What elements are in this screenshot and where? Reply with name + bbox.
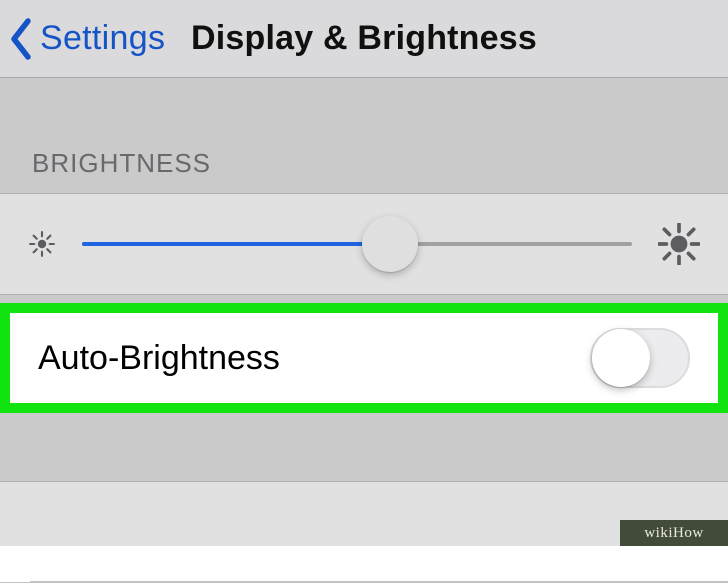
- gap: [0, 295, 728, 303]
- slider-track-fill: [82, 242, 390, 246]
- spacer: [0, 78, 728, 148]
- back-label: Settings: [40, 19, 165, 58]
- back-button[interactable]: Settings: [10, 17, 165, 61]
- section-header-brightness: BRIGHTNESS: [0, 148, 728, 193]
- auto-brightness-row: Auto-Brightness: [10, 313, 718, 403]
- toggle-knob: [592, 329, 650, 387]
- brightness-slider-row: [0, 193, 728, 295]
- next-section-row: [0, 481, 728, 583]
- brightness-slider[interactable]: [82, 214, 632, 274]
- watermark: wikiHow: [620, 520, 728, 546]
- slider-thumb[interactable]: [362, 216, 418, 272]
- separator: [30, 581, 728, 582]
- nav-bar: Settings Display & Brightness: [0, 0, 728, 78]
- chevron-left-icon: [10, 17, 34, 61]
- sun-high-icon: [658, 223, 700, 265]
- highlight-auto-brightness: Auto-Brightness: [0, 303, 728, 413]
- auto-brightness-toggle[interactable]: [590, 328, 690, 388]
- sun-low-icon: [28, 230, 56, 258]
- auto-brightness-label: Auto-Brightness: [38, 339, 280, 378]
